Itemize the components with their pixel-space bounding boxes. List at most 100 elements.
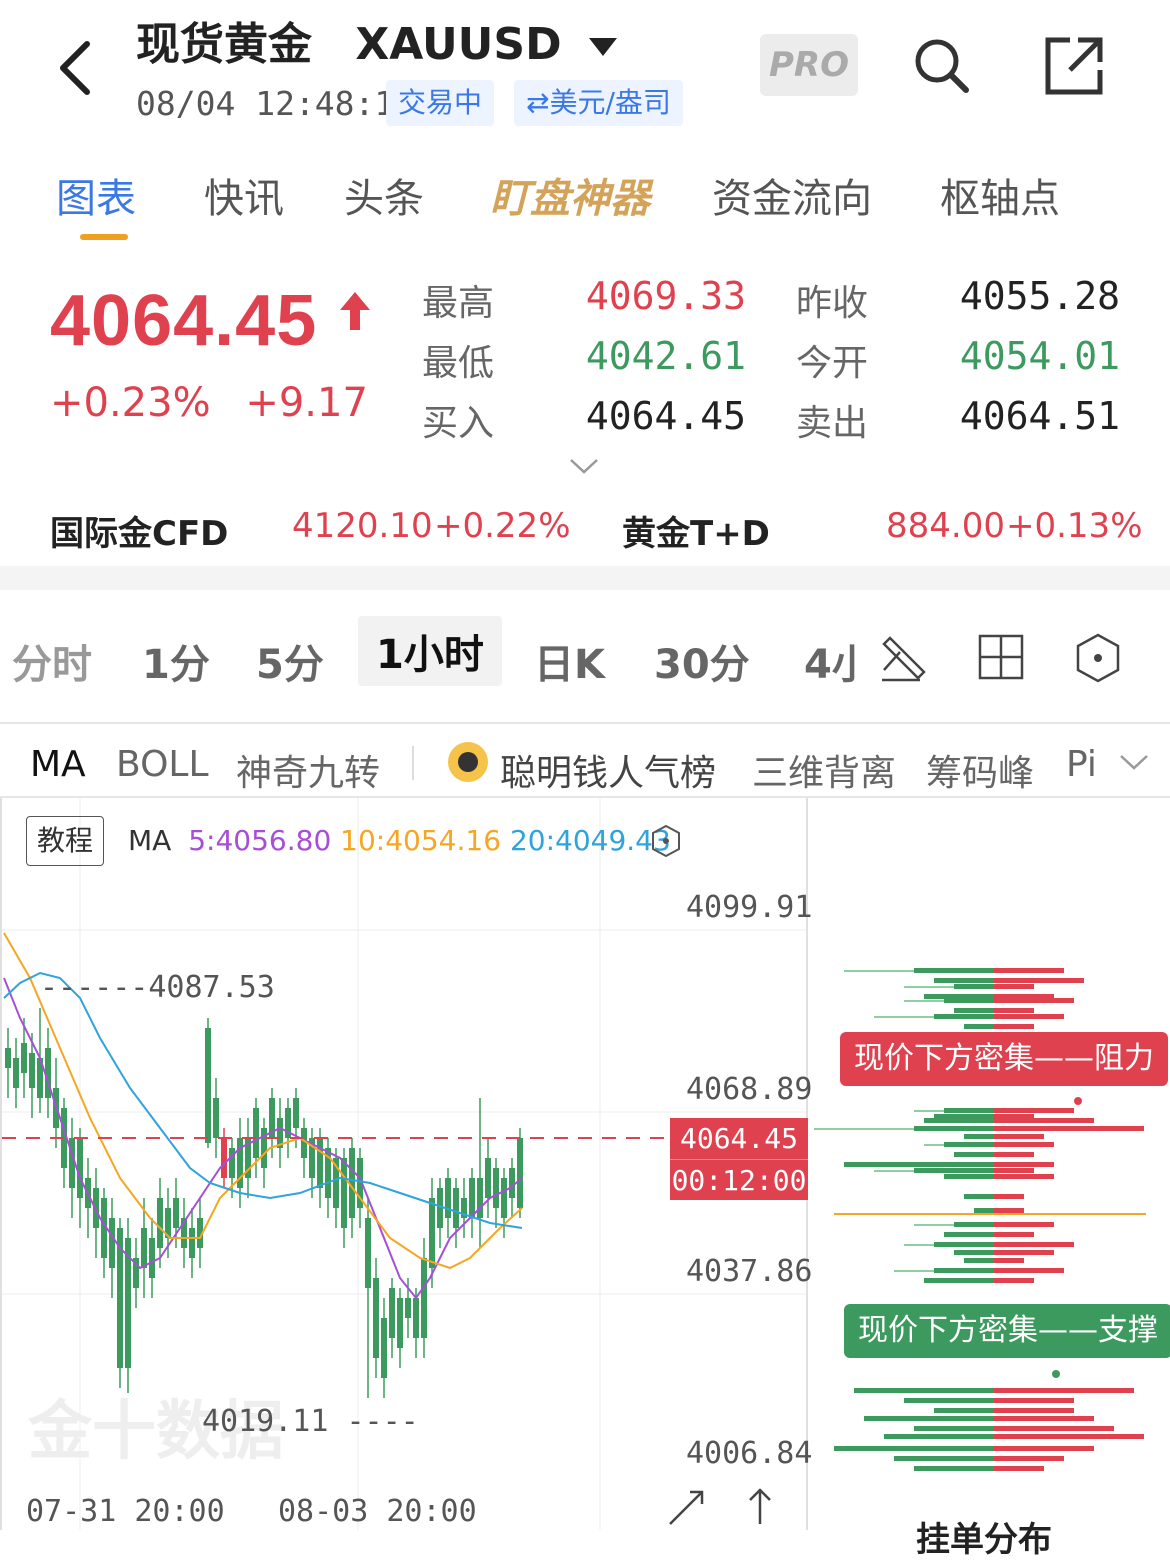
related-change-cfd: +0.22% (434, 506, 571, 546)
historic-volume-bar (914, 1110, 944, 1112)
ask-volume-bar (994, 1242, 1074, 1247)
historic-volume-bar (914, 1224, 954, 1226)
candle-body (317, 1138, 323, 1188)
candle-body (405, 1298, 411, 1318)
related-name-td[interactable]: 黄金T+D (622, 506, 770, 555)
tf-1min[interactable]: 1分 (142, 632, 210, 690)
support-marker (1052, 1370, 1060, 1378)
indicator-ma[interactable]: MA (30, 744, 86, 785)
indicator-magic-nine[interactable]: 神奇九转 (236, 744, 380, 796)
bid-label: 买入 (422, 403, 495, 444)
bid-volume-bar (944, 1232, 994, 1237)
low-marker-value: 4019.11 (202, 1404, 329, 1439)
y-axis-label: 4099.91 (686, 890, 813, 925)
fullscreen-button[interactable] (664, 1488, 708, 1532)
indicator-pivot[interactable]: Pi (1066, 744, 1110, 785)
historic-volume-bar (924, 1144, 944, 1146)
ma-settings-button[interactable] (650, 824, 682, 862)
expand-quote-button[interactable] (568, 456, 600, 480)
bid-volume-bar (954, 1250, 994, 1255)
indicator-smart-money[interactable]: 聪明钱人气榜 (500, 744, 716, 796)
low-value: 4042.61 (585, 334, 746, 378)
tab-headlines[interactable]: 头条 (344, 166, 424, 224)
ask-volume-bar (994, 1466, 1044, 1471)
historic-volume-bar (814, 1128, 914, 1130)
candle-body (429, 1198, 435, 1268)
candle-body (485, 1158, 491, 1198)
ask-volume-bar (994, 1416, 1094, 1421)
tutorial-button[interactable]: 教程 (26, 816, 104, 866)
current-price: 4064.45 (50, 280, 372, 362)
instrument-title[interactable]: 现货黄金 XAUUSD (136, 8, 617, 72)
related-name-cfd[interactable]: 国际金CFD (50, 506, 228, 555)
tab-chart[interactable]: 图表 (56, 166, 136, 224)
bid-volume-bar (894, 1456, 994, 1461)
scroll-up-button[interactable] (744, 1486, 776, 1530)
unit-switch-button[interactable]: ⇄美元/盎司 (514, 80, 683, 126)
bid-volume-bar (964, 1024, 994, 1029)
bid-volume-bar (884, 1434, 994, 1439)
section-divider (0, 566, 1170, 590)
indicator-boll[interactable]: BOLL (116, 744, 209, 785)
indicator-3d-divergence[interactable]: 三维背离 (752, 744, 896, 796)
candle-body (141, 1228, 147, 1268)
indicator-chip-peak[interactable]: 筹码峰 (926, 744, 1034, 796)
ask-volume-bar (994, 1208, 1024, 1213)
back-button[interactable] (40, 28, 110, 108)
related-price-cfd: 4120.10 (292, 506, 433, 546)
tf-daily[interactable]: 日K (534, 632, 605, 690)
chevron-down-icon (570, 459, 598, 474)
ask-volume-bar (994, 1232, 1034, 1237)
open-value: 4054.01 (959, 334, 1120, 378)
tf-30min[interactable]: 30分 (654, 632, 750, 690)
search-button[interactable] (912, 36, 970, 98)
tab-news-flash[interactable]: 快讯 (204, 166, 284, 224)
chart-settings-button[interactable] (1074, 632, 1122, 688)
back-arrow-icon (60, 41, 90, 95)
ask-volume-bar (994, 1388, 1134, 1393)
ask-label: 卖出 (796, 403, 869, 444)
tf-5min[interactable]: 5分 (256, 632, 324, 690)
tab-watch-tool[interactable]: 盯盘神器 (490, 166, 650, 224)
tf-4hour[interactable]: 4小 (804, 632, 858, 690)
tf-time-share[interactable]: 分时 (12, 632, 92, 690)
candle-body (421, 1258, 427, 1338)
resistance-marker (1074, 1097, 1082, 1105)
tab-fund-flow[interactable]: 资金流向 (712, 166, 872, 224)
pro-button[interactable]: PRO (760, 34, 858, 96)
instrument-name: 现货黄金 (136, 19, 312, 70)
candle-body (205, 1028, 211, 1143)
ask-volume-bar (994, 1174, 1054, 1179)
ma-label: MA (128, 824, 172, 857)
share-button[interactable] (1044, 36, 1104, 100)
indicator-separator (412, 746, 414, 780)
candle-body (5, 1048, 11, 1068)
candle-body (189, 1228, 195, 1258)
ask-volume-bar (994, 1142, 1054, 1147)
ask-volume-bar (994, 1162, 1054, 1167)
candle-body (21, 1043, 27, 1073)
chevron-down-icon (1120, 755, 1148, 770)
bid-volume-bar (944, 1108, 994, 1113)
ask-volume-bar (994, 1152, 1034, 1157)
expand-indicators-button[interactable] (1118, 752, 1150, 776)
active-tab-indicator (80, 234, 128, 240)
candle-body (469, 1178, 475, 1218)
bid-volume-bar (954, 1008, 994, 1013)
layout-button[interactable] (978, 634, 1024, 684)
candle-body (213, 1098, 219, 1138)
x-axis-label: 07-31 20:00 (26, 1494, 225, 1529)
tab-pivot-points[interactable]: 枢轴点 (940, 166, 1060, 224)
tf-1hour[interactable]: 1小时 (358, 616, 502, 686)
bid-volume-bar (864, 1416, 994, 1421)
bid-volume-bar (934, 1268, 994, 1273)
ask-volume-bar (994, 968, 1064, 973)
draw-tool-button[interactable] (880, 630, 932, 688)
candle-body (109, 1218, 115, 1268)
candle-body (221, 1138, 227, 1178)
pen-draw-icon (882, 636, 926, 682)
bid-volume-bar (934, 978, 994, 983)
bid-volume-bar (914, 1426, 994, 1431)
ask-volume-bar (994, 1268, 1064, 1273)
ask-volume-bar (994, 1118, 1094, 1123)
